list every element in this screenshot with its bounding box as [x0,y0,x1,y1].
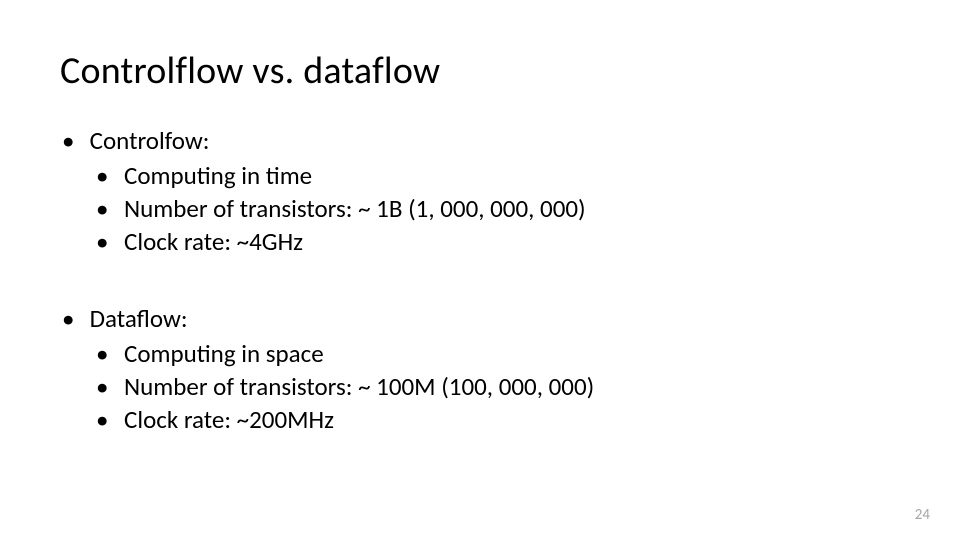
list-item: Computing in time [124,159,900,192]
slide: Controlflow vs. dataflow Controlfow: Com… [0,0,960,540]
section-heading: Dataflow: [90,303,188,334]
slide-title: Controlflow vs. dataflow [60,48,900,94]
list-item: Computing in space [124,337,900,370]
list-item: Clock rate: ~4GHz [124,225,900,258]
sub-bullet-list: Computing in time Number of transistors:… [84,159,900,258]
bullet-list: Controlfow: Computing in time Number of … [60,124,900,436]
list-item: Number of transistors: ~ 1B (1, 000, 000… [124,192,900,225]
list-item: Number of transistors: ~ 100M (100, 000,… [124,370,900,403]
section-dataflow: Dataflow: Computing in space Number of t… [84,302,900,436]
list-item: Clock rate: ~200MHz [124,403,900,436]
section-heading: Controlfow: [90,125,210,156]
page-number: 24 [915,506,930,524]
section-controlflow: Controlfow: Computing in time Number of … [84,124,900,258]
sub-bullet-list: Computing in space Number of transistors… [84,337,900,436]
